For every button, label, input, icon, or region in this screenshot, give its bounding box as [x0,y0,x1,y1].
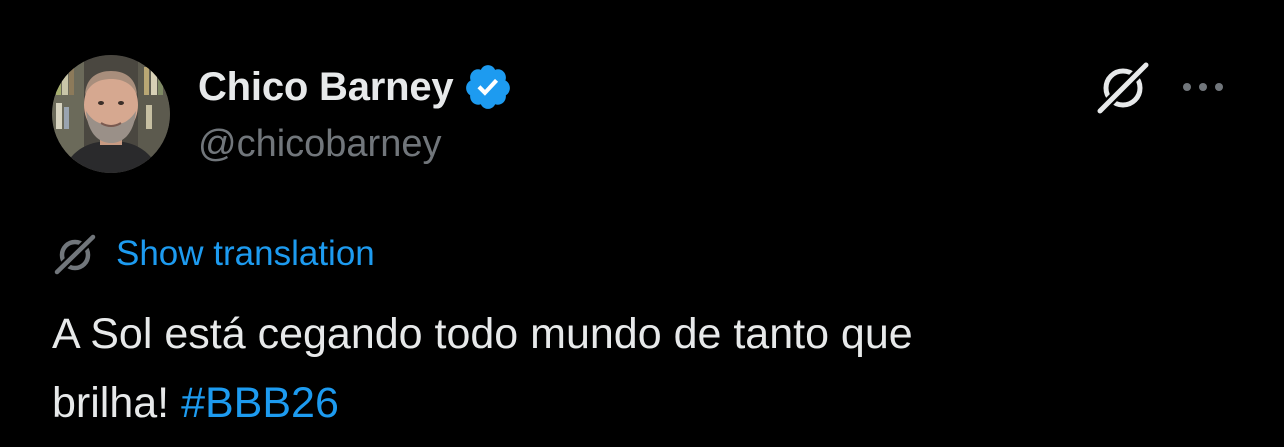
show-translation-link[interactable]: Show translation [52,232,375,277]
tweet-text-line-2: brilha! #BBB26 [52,369,1232,438]
tweet-text-line-1: A Sol está cegando todo mundo de tanto q… [52,310,913,358]
hashtag-link[interactable]: #BBB26 [181,379,339,427]
tweet-text-segment: brilha! [52,379,170,427]
tweet-card: Chico Barney @chicobarney Show translati… [0,0,1284,447]
grok-translate-icon [52,232,98,277]
show-translation-label[interactable]: Show translation [116,234,375,274]
tweet-text: A Sol está cegando todo mundo de tanto q… [52,300,1232,438]
author-name-row: Chico Barney [198,62,513,112]
author-display-name[interactable]: Chico Barney [198,65,454,110]
author-handle[interactable]: @chicobarney [198,123,441,166]
grok-icon[interactable] [1094,58,1154,116]
more-options-icon[interactable] [1178,70,1228,104]
verified-badge-icon[interactable] [463,62,513,112]
avatar-image [52,55,170,173]
author-avatar[interactable] [52,55,170,173]
